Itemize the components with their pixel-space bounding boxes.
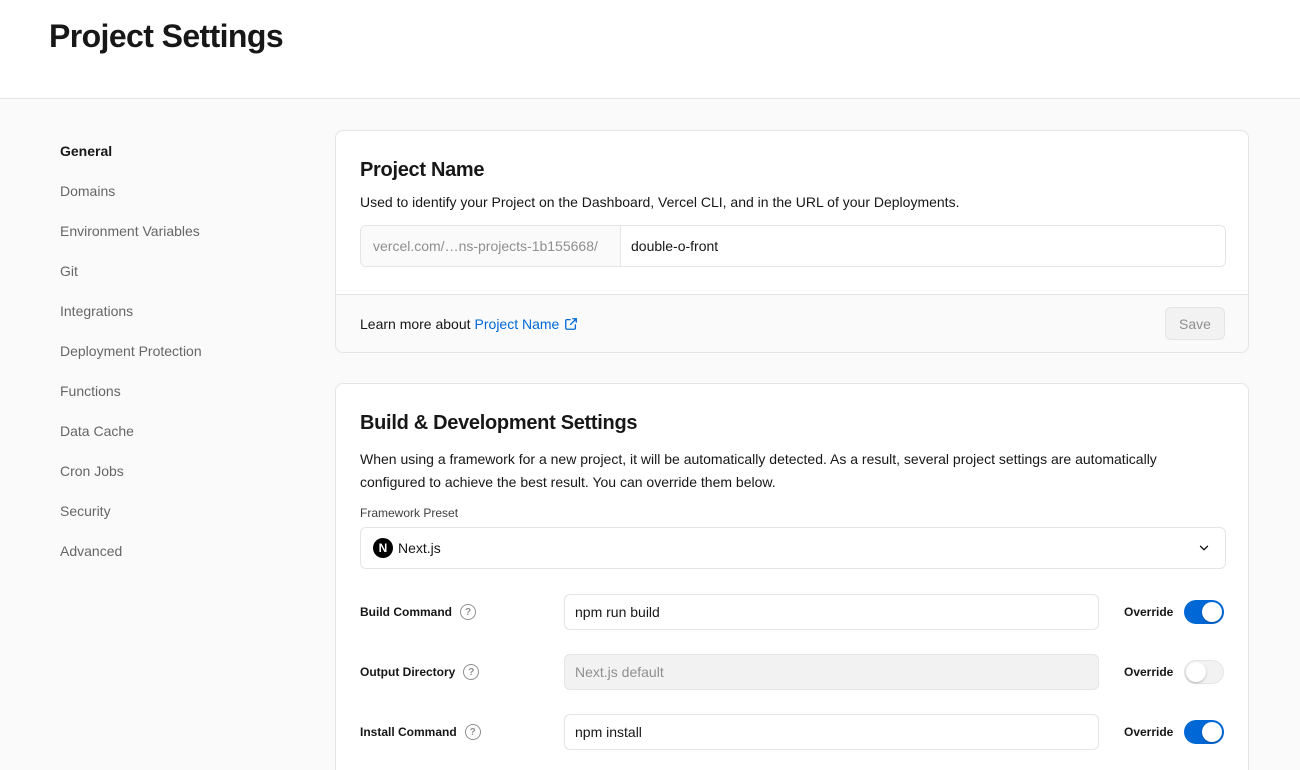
project-name-footer: Learn more about Project Name Save: [336, 294, 1248, 352]
output-directory-row: Output Directory ? Override: [360, 654, 1226, 690]
question-mark-circle-icon[interactable]: ?: [464, 724, 481, 740]
build-command-override-label: Override: [1124, 605, 1174, 619]
install-command-override-toggle[interactable]: [1184, 720, 1224, 744]
sidebar-item-functions[interactable]: Functions: [60, 379, 300, 419]
project-name-title: Project Name: [360, 159, 485, 181]
sidebar-item-domains[interactable]: Domains: [60, 179, 300, 219]
sidebar-item-integrations[interactable]: Integrations: [60, 299, 300, 339]
install-command-label-text: Install Command: [360, 725, 457, 739]
sidebar-item-environment-variables[interactable]: Environment Variables: [60, 219, 300, 259]
external-link-icon: [565, 317, 578, 330]
project-name-docs-link[interactable]: Project Name: [475, 316, 579, 332]
learn-more-label: Learn more about: [360, 315, 471, 332]
toggle-knob: [1186, 662, 1206, 682]
sidebar-item-deployment-protection[interactable]: Deployment Protection: [60, 339, 300, 379]
chevron-down-icon: [1199, 545, 1209, 551]
output-directory-input[interactable]: [564, 654, 1099, 690]
project-name-field: vercel.com/…ns-projects-1b155668/: [360, 225, 1226, 267]
project-url-prefix: vercel.com/…ns-projects-1b155668/: [361, 226, 621, 266]
sidebar-item-security[interactable]: Security: [60, 499, 300, 539]
learn-more-text: Learn more about Project Name: [360, 316, 578, 332]
sidebar-item-advanced[interactable]: Advanced: [60, 539, 300, 579]
settings-sidebar: General Domains Environment Variables Gi…: [60, 139, 300, 579]
output-directory-label-text: Output Directory: [360, 665, 456, 679]
build-command-input[interactable]: [564, 594, 1099, 630]
output-directory-override-toggle[interactable]: [1184, 660, 1224, 684]
build-settings-card: Build & Development Settings When using …: [335, 383, 1249, 770]
install-command-input[interactable]: [564, 714, 1099, 750]
sidebar-item-data-cache[interactable]: Data Cache: [60, 419, 300, 459]
framework-preset-select[interactable]: N Next.js: [360, 527, 1226, 569]
build-settings-description: When using a framework for a new project…: [360, 451, 1157, 490]
framework-preset-value: Next.js: [398, 540, 441, 556]
sidebar-item-git[interactable]: Git: [60, 259, 300, 299]
content-area: General Domains Environment Variables Gi…: [0, 99, 1300, 770]
toggle-knob: [1202, 722, 1222, 742]
install-command-label: Install Command ?: [360, 714, 481, 750]
build-command-row: Build Command ? Override: [360, 594, 1226, 630]
save-button[interactable]: Save: [1165, 307, 1225, 340]
build-command-override-toggle[interactable]: [1184, 600, 1224, 624]
nextjs-logo-icon: N: [373, 538, 393, 558]
project-name-input[interactable]: [621, 226, 1225, 266]
project-name-card: Project Name Used to identify your Proje…: [335, 130, 1249, 353]
framework-preset-label: Framework Preset: [360, 506, 459, 520]
install-command-override-label: Override: [1124, 725, 1174, 739]
install-command-row: Install Command ? Override: [360, 714, 1226, 750]
question-mark-circle-icon[interactable]: ?: [463, 664, 480, 680]
build-settings-title: Build & Development Settings: [360, 412, 638, 434]
sidebar-item-general[interactable]: General: [60, 139, 300, 179]
sidebar-item-cron-jobs[interactable]: Cron Jobs: [60, 459, 300, 499]
question-mark-circle-icon[interactable]: ?: [460, 604, 476, 620]
output-directory-label: Output Directory ?: [360, 654, 480, 690]
build-command-label: Build Command ?: [360, 594, 476, 630]
project-name-docs-link-label: Project Name: [474, 315, 560, 332]
page-header: Project Settings: [0, 0, 1300, 99]
project-name-description: Used to identify your Project on the Das…: [360, 194, 960, 210]
toggle-knob: [1202, 602, 1222, 622]
output-directory-override-label: Override: [1124, 665, 1174, 679]
page-title: Project Settings: [49, 18, 284, 54]
build-command-label-text: Build Command: [360, 605, 452, 619]
